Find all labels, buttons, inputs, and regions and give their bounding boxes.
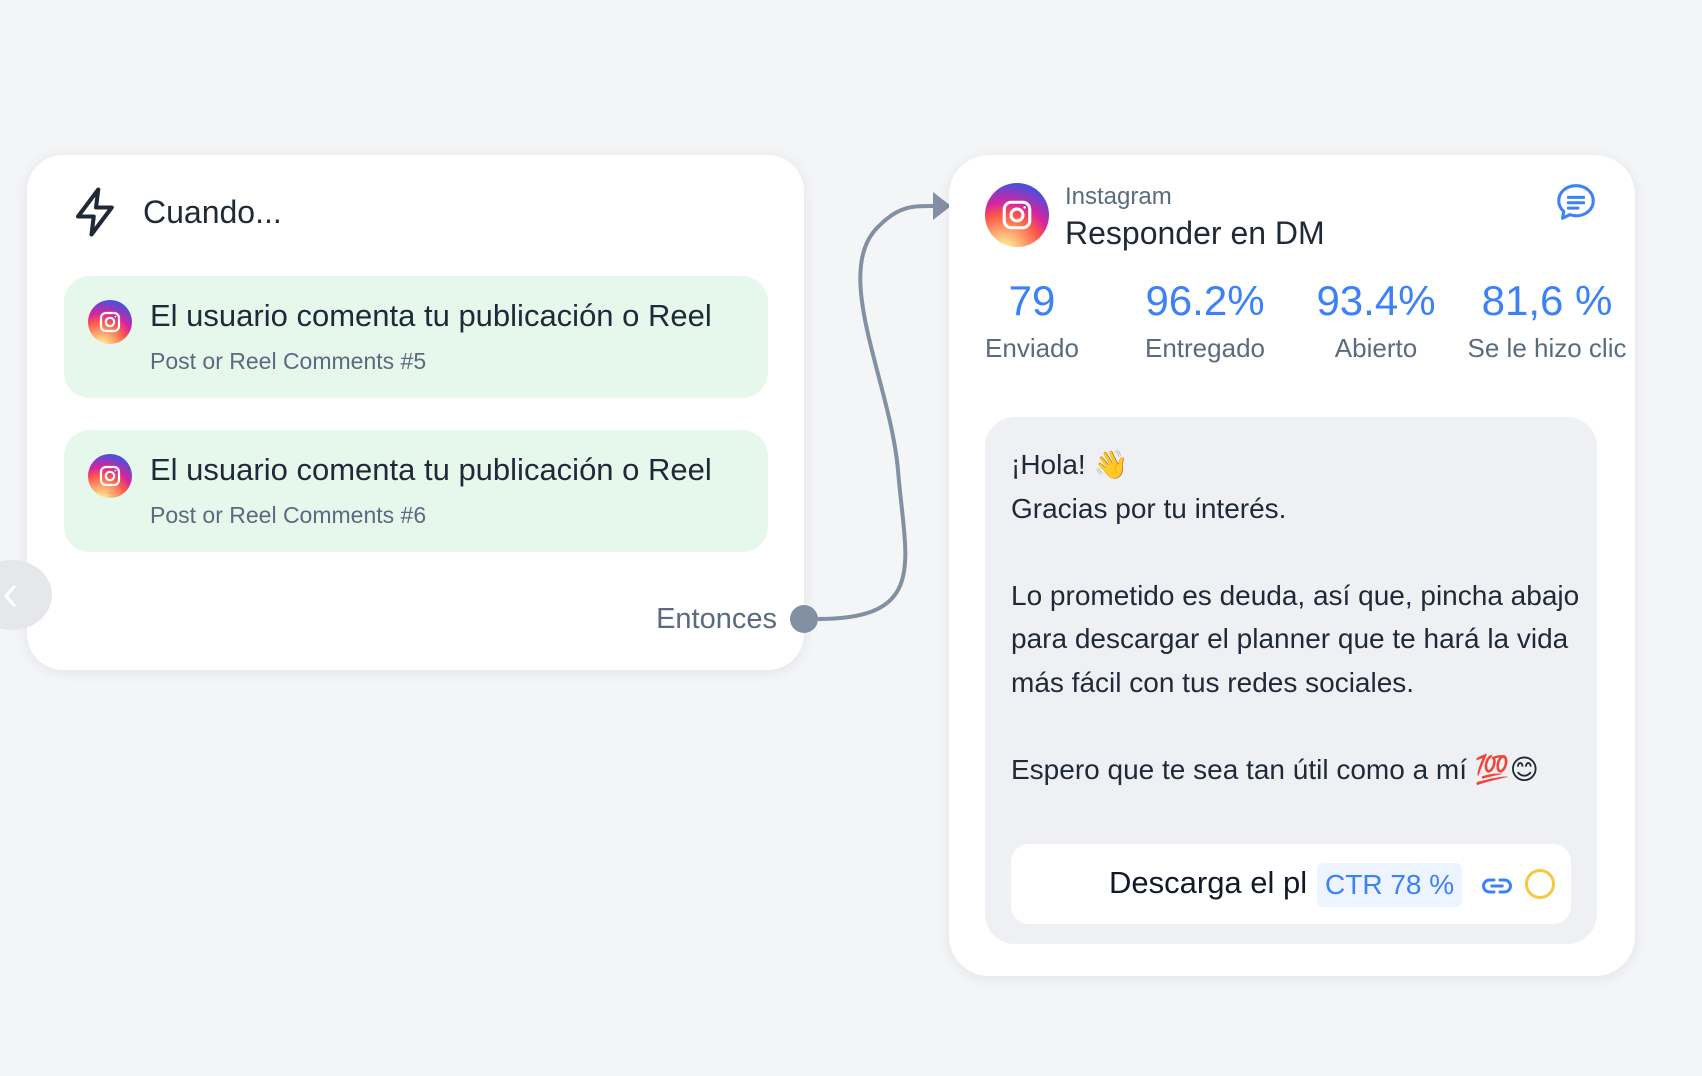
chevron-left-icon (3, 585, 16, 607)
action-title: Responder en DM (1065, 215, 1325, 251)
chat-bubble-icon[interactable] (1553, 179, 1599, 225)
flow-canvas: Cuando... El usuario comenta tu publicac… (0, 0, 1702, 1076)
connector-handle[interactable] (790, 605, 818, 633)
trigger-item-subtitle: Post or Reel Comments #5 (150, 348, 427, 374)
action-platform: Instagram (1065, 183, 1172, 210)
dm-button-label: Descarga el pl (1109, 865, 1308, 900)
stat-label: Abierto (1334, 333, 1418, 363)
stat-opened: 93.4% Abierto (1286, 277, 1466, 364)
stat-value: 79 (1008, 277, 1056, 324)
stat-sent: 79 Enviado (942, 277, 1122, 364)
trigger-item[interactable]: El usuario comenta tu publicación o Reel… (64, 276, 768, 398)
then-label: Entonces (656, 603, 777, 635)
trigger-title: Cuando... (143, 193, 282, 230)
stat-label: Enviado (985, 333, 1079, 363)
stat-label: Se le hizo clic (1467, 333, 1627, 363)
stat-value: 96.2% (1145, 277, 1265, 324)
instagram-icon (88, 454, 132, 498)
instagram-icon (88, 300, 132, 344)
instagram-icon (985, 183, 1049, 247)
dm-button[interactable]: Descarga el pl CTR 78 % (1011, 844, 1571, 924)
trigger-item-title: El usuario comenta tu publicación o Reel (150, 298, 712, 333)
lightning-bolt-icon (69, 185, 123, 239)
stat-value: 93.4% (1316, 277, 1436, 324)
link-icon[interactable] (1479, 868, 1515, 904)
trigger-card[interactable]: Cuando... El usuario comenta tu publicac… (27, 155, 804, 670)
trigger-header: Cuando... (69, 185, 282, 239)
stat-delivered: 96.2% Entregado (1115, 277, 1295, 364)
trigger-item-subtitle: Post or Reel Comments #6 (150, 502, 427, 528)
status-ring-icon (1525, 869, 1555, 899)
trigger-item-title: El usuario comenta tu publicación o Reel (150, 452, 712, 487)
stats-row: 79 Enviado 96.2% Entregado 93.4% Abierto… (949, 277, 1635, 377)
ctr-badge: CTR 78 % (1317, 863, 1463, 907)
message-text: ¡Hola! 👋 Gracias por tu interés. Lo prom… (1011, 449, 1580, 785)
message-preview[interactable]: ¡Hola! 👋 Gracias por tu interés. Lo prom… (985, 417, 1597, 944)
stat-value: 81,6 % (1481, 277, 1613, 324)
trigger-item[interactable]: El usuario comenta tu publicación o Reel… (64, 430, 768, 552)
stat-label: Entregado (1145, 333, 1265, 363)
action-card[interactable]: Instagram Responder en DM 79 Enviado 96.… (949, 155, 1635, 976)
stat-clicked: 81,6 % Se le hizo clic (1457, 277, 1637, 364)
